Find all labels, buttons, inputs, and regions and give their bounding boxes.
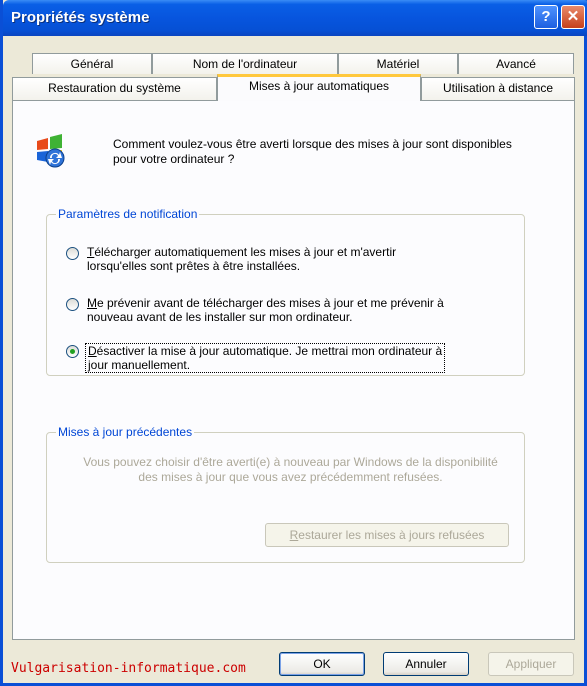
cancel-button[interactable]: Annuler (383, 652, 469, 676)
tab-general[interactable]: Général (32, 53, 152, 74)
window-title: Propriétés système (11, 9, 150, 26)
apply-button[interactable]: Appliquer (488, 652, 574, 676)
tab-computer-name[interactable]: Nom de l'ordinateur (152, 53, 338, 74)
title-bar[interactable]: Propriétés système ? ✕ (3, 0, 587, 36)
radio-disable-label: Désactiver la mise à jour automatique. J… (85, 343, 446, 373)
tab-remote[interactable]: Utilisation à distance (421, 77, 575, 100)
close-button[interactable]: ✕ (561, 5, 585, 29)
windows-update-icon (37, 134, 65, 168)
previous-updates-text: Vous pouvez choisir d'être averti(e) à n… (83, 455, 498, 484)
system-properties-window: Propriétés système ? ✕ Général Nom de l'… (0, 0, 587, 686)
intro-text: Comment voulez-vous être averti lorsque … (113, 137, 512, 166)
previous-updates-legend: Mises à jour précédentes (56, 425, 195, 439)
watermark-text: Vulgarisation-informatique.com (11, 661, 246, 676)
notification-group-legend: Paramètres de notification (56, 207, 200, 221)
tab-advanced[interactable]: Avancé (458, 53, 574, 74)
radio-selected-dot (70, 349, 75, 354)
close-icon: ✕ (566, 8, 580, 25)
radio-notify-label: Me prévenir avant de télécharger des mis… (87, 296, 444, 324)
help-icon: ? (541, 8, 551, 25)
radio-button-selected[interactable] (66, 345, 79, 358)
restore-declined-updates-button[interactable]: Restaurer les mises à jours refusées (265, 523, 509, 547)
radio-auto-download-label: Télécharger automatiquement les mises à … (87, 245, 397, 273)
radio-button[interactable] (66, 247, 79, 260)
tab-system-restore[interactable]: Restauration du système (12, 77, 217, 100)
ok-button[interactable]: OK (279, 652, 365, 676)
tab-strip: Général Nom de l'ordinateur Matériel Ava… (12, 50, 575, 101)
tab-hardware[interactable]: Matériel (338, 53, 458, 74)
tab-automatic-updates[interactable]: Mises à jour automatiques (217, 74, 421, 101)
help-button[interactable]: ? (534, 5, 558, 29)
radio-button[interactable] (66, 298, 79, 311)
